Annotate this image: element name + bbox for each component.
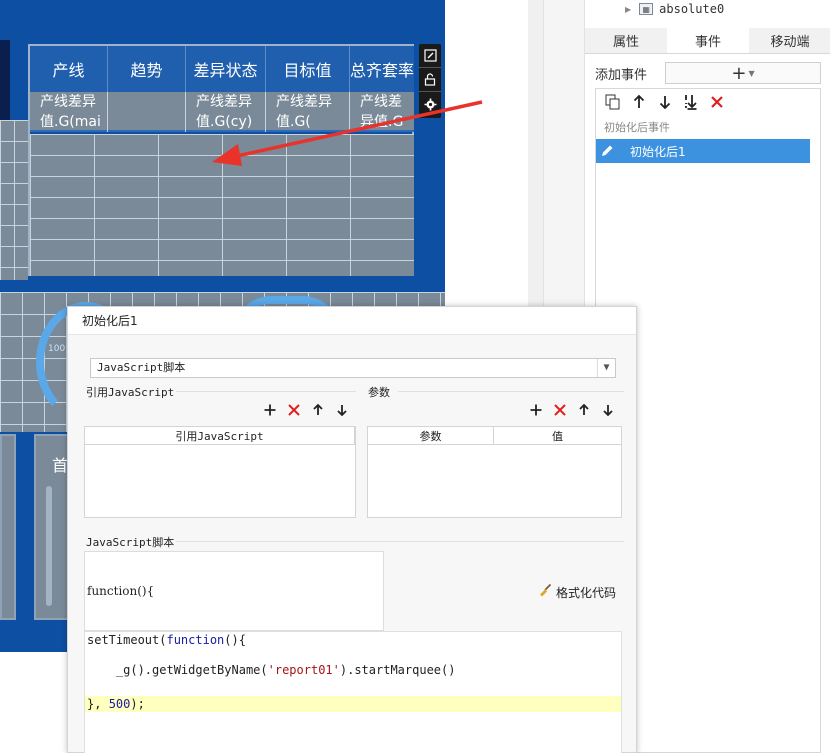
code-token: _g().getWidgetByName( (87, 663, 268, 677)
table-header-cell: 差异状态 (186, 46, 266, 92)
move-bottom-button[interactable] (680, 92, 702, 112)
table-cell (108, 92, 186, 132)
plus-icon: + (731, 62, 747, 84)
event-item[interactable]: 初始化后1 (596, 139, 810, 163)
add-button[interactable] (260, 400, 280, 420)
script-section-title: JavaScript脚本 (86, 536, 175, 549)
code-token: ).startMarquee() (339, 663, 456, 677)
lock-icon[interactable] (419, 68, 441, 92)
delete-button[interactable] (550, 400, 570, 420)
add-event-button[interactable]: + ▼ (665, 62, 821, 84)
copy-event-button[interactable] (602, 92, 624, 112)
param-name-column-header: 参数 (368, 427, 494, 444)
move-up-button[interactable] (628, 92, 650, 112)
panel-tabs: 属性 事件 移动端 (585, 28, 830, 54)
event-group-label: 初始化后事件 (604, 121, 670, 134)
event-dialog: 初始化后1 JavaScript脚本 ▼ 引用JavaScript 引用Java… (67, 306, 637, 753)
tab-mobile[interactable]: 移动端 (749, 28, 830, 53)
params-section-title: 参数 (368, 386, 390, 399)
add-button[interactable] (526, 400, 546, 420)
script-type-value: JavaScript脚本 (97, 361, 186, 374)
table-header-cell: 总齐套率 (350, 61, 414, 80)
section-divider (398, 391, 624, 392)
move-down-button[interactable] (332, 400, 352, 420)
widget-tree-item[interactable]: ▶ ▦ absolute0 (585, 0, 830, 18)
tab-properties[interactable]: 属性 (585, 28, 667, 53)
dashboard-card-left (0, 434, 16, 620)
expand-caret-icon[interactable]: ▶ (625, 5, 631, 14)
gauge-tick-label: 100 (48, 344, 66, 354)
table-header-cell: 趋势 (108, 46, 186, 92)
section-divider (176, 391, 356, 392)
code-keyword: function (166, 633, 225, 647)
widget-tree-label: absolute0 (659, 2, 725, 16)
table-header-cell: 目标值 (266, 46, 350, 92)
code-token: (){ (224, 633, 246, 647)
code-token: setTimeout( (87, 633, 167, 647)
move-up-button[interactable] (574, 400, 594, 420)
dialog-title: 初始化后1 (68, 307, 636, 335)
ref-js-list[interactable]: 引用JavaScript (84, 426, 356, 518)
delete-event-button[interactable] (706, 92, 728, 112)
function-header-text: function(){ (87, 584, 155, 598)
table-header-row: 产线 趋势 差异状态 目标值 总齐套率 (30, 46, 414, 92)
move-down-button[interactable] (654, 92, 676, 112)
ref-js-column-header: 引用JavaScript (85, 427, 355, 444)
tab-events[interactable]: 事件 (667, 28, 749, 53)
params-list[interactable]: 参数 值 (367, 426, 622, 518)
table-header-cell: 产线 (30, 46, 108, 92)
format-code-label: 格式化代码 (556, 585, 617, 600)
dashboard-slider-track (46, 486, 52, 606)
ref-js-toolbar (260, 400, 352, 420)
code-line-current: }, 500); (85, 696, 621, 712)
dashboard-card-title: 首 (52, 456, 69, 475)
event-item-label: 初始化后1 (630, 144, 686, 159)
code-editor[interactable]: setTimeout(function(){ _g().getWidgetByN… (84, 631, 622, 753)
code-string: 'report01' (267, 663, 340, 677)
edit-icon[interactable] (419, 44, 441, 68)
script-type-select[interactable]: JavaScript脚本 ▼ (90, 358, 616, 378)
params-toolbar (526, 400, 618, 420)
add-event-label: 添加事件 (595, 67, 648, 83)
function-header-box: function(){ (84, 551, 384, 631)
event-toolbar (596, 89, 820, 115)
code-line: setTimeout(function(){ (87, 632, 246, 648)
add-event-row: 添加事件 + ▼ (595, 62, 821, 84)
chevron-down-icon: ▼ (597, 359, 615, 377)
param-value-column-header: 值 (552, 429, 563, 443)
code-line: _g().getWidgetByName('report01').startMa… (87, 662, 456, 678)
move-down-button[interactable] (598, 400, 618, 420)
annotation-arrow-icon (212, 100, 483, 166)
code-number: 500 (108, 697, 131, 711)
format-code-button[interactable]: 格式化代码 (538, 583, 616, 601)
code-token: }, (87, 697, 109, 711)
broom-icon (538, 583, 552, 601)
delete-button[interactable] (284, 400, 304, 420)
pencil-icon (596, 139, 618, 163)
code-token: ); (130, 697, 145, 711)
ref-js-list-header: 引用JavaScript (85, 427, 355, 445)
move-up-button[interactable] (308, 400, 328, 420)
params-list-header: 参数 值 (368, 427, 621, 445)
section-divider (176, 541, 624, 542)
left-grid-panel (0, 120, 28, 280)
ref-js-section-title: 引用JavaScript (86, 386, 175, 399)
dropdown-caret-icon: ▼ (748, 68, 755, 78)
widget-icon: ▦ (639, 3, 654, 15)
table-cell: 产线差异值.G(maik (30, 92, 108, 132)
